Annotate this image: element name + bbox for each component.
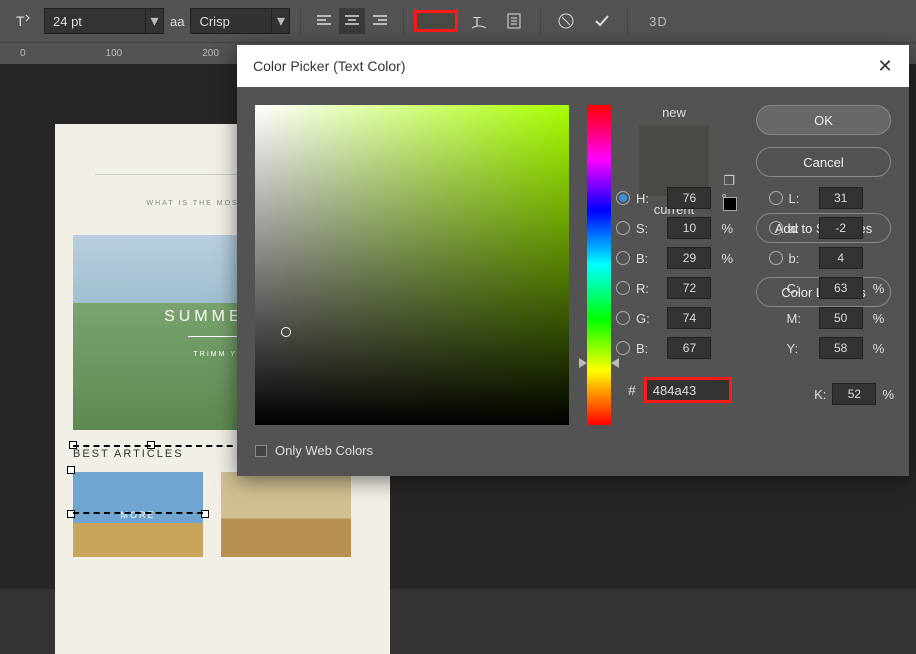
- font-size-field[interactable]: 24 pt ▾: [44, 8, 164, 34]
- hue-slider[interactable]: [587, 105, 611, 425]
- dialog-title: Color Picker (Text Color): [253, 58, 405, 74]
- text-orientation-icon[interactable]: T: [8, 7, 38, 35]
- commit-edits-icon[interactable]: [587, 7, 617, 35]
- antialias-value: Crisp: [191, 14, 271, 29]
- 3d-button[interactable]: 3D: [638, 7, 678, 35]
- g-input[interactable]: [667, 307, 711, 329]
- l-radio[interactable]: [769, 191, 783, 205]
- font-size-dropdown-icon[interactable]: ▾: [145, 9, 163, 33]
- b-radio[interactable]: [769, 251, 783, 265]
- bb-radio[interactable]: [616, 341, 630, 355]
- separator: [540, 7, 541, 35]
- hue-indicator-icon: [579, 358, 587, 368]
- separator: [300, 7, 301, 35]
- web-colors-label: Only Web Colors: [275, 443, 373, 458]
- sat-radio[interactable]: [616, 221, 630, 235]
- align-center-button[interactable]: [339, 8, 365, 34]
- new-color-swatch: [639, 126, 709, 161]
- l-input[interactable]: [819, 187, 863, 209]
- hex-hash-label: #: [628, 382, 636, 398]
- ok-button[interactable]: OK: [756, 105, 891, 135]
- g-radio[interactable]: [616, 311, 630, 325]
- separator: [627, 7, 628, 35]
- hue-input[interactable]: [667, 187, 711, 209]
- k-label: K:: [814, 387, 826, 402]
- a-input[interactable]: [819, 217, 863, 239]
- bright-input[interactable]: [667, 247, 711, 269]
- saturation-value-field[interactable]: [255, 105, 569, 425]
- text-align-group: [311, 8, 393, 34]
- hue-radio[interactable]: [616, 191, 630, 205]
- ruler-mark: 0: [20, 48, 26, 59]
- bb-input[interactable]: [667, 337, 711, 359]
- article-thumb: [221, 472, 351, 557]
- a-radio[interactable]: [769, 221, 783, 235]
- separator: [403, 7, 404, 35]
- text-color-swatch[interactable]: [414, 10, 458, 32]
- c-input[interactable]: [819, 277, 863, 299]
- antialias-label: aa: [170, 14, 184, 29]
- antialias-select[interactable]: Crisp ▾: [190, 8, 290, 34]
- warp-text-icon[interactable]: T: [464, 7, 494, 35]
- sv-cursor-icon: [281, 327, 291, 337]
- hex-input[interactable]: [644, 377, 732, 403]
- align-left-button[interactable]: [311, 8, 337, 34]
- web-colors-checkbox[interactable]: [255, 445, 267, 457]
- r-input[interactable]: [667, 277, 711, 299]
- color-picker-dialog: Color Picker (Text Color) ✕ Only Web Col…: [237, 45, 909, 476]
- new-color-label: new: [631, 105, 717, 120]
- antialias-dropdown-icon[interactable]: ▾: [271, 9, 289, 33]
- thumb-label: MORE: [121, 510, 156, 520]
- sat-input[interactable]: [667, 217, 711, 239]
- align-right-button[interactable]: [367, 8, 393, 34]
- k-input[interactable]: [832, 383, 876, 405]
- cancel-button[interactable]: Cancel: [756, 147, 891, 177]
- cancel-edits-icon[interactable]: [551, 7, 581, 35]
- bright-radio[interactable]: [616, 251, 630, 265]
- dialog-titlebar[interactable]: Color Picker (Text Color) ✕: [237, 45, 909, 87]
- options-toolbar: T 24 pt ▾ aa Crisp ▾ T 3D: [0, 0, 916, 42]
- close-icon[interactable]: ✕: [877, 58, 893, 74]
- color-compare-swatch: [639, 126, 709, 196]
- r-radio[interactable]: [616, 281, 630, 295]
- article-thumb: MORE: [73, 472, 203, 557]
- y-input[interactable]: [819, 337, 863, 359]
- panel-menu-icon[interactable]: [500, 7, 530, 35]
- ruler-mark: 100: [106, 48, 123, 59]
- b-input[interactable]: [819, 247, 863, 269]
- ruler-mark: 200: [202, 48, 219, 59]
- svg-text:T: T: [16, 13, 25, 29]
- m-input[interactable]: [819, 307, 863, 329]
- font-size-input[interactable]: 24 pt: [45, 14, 145, 29]
